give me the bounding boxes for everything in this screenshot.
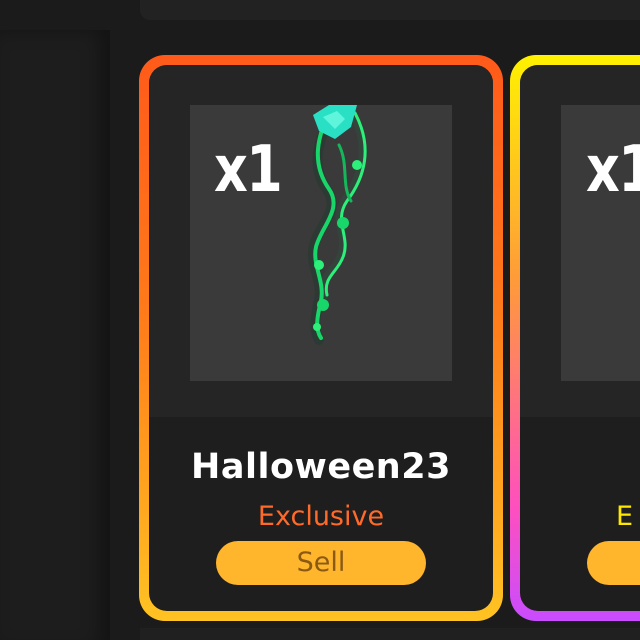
sell-button[interactable] <box>587 541 640 585</box>
item-rarity: Exclusive <box>257 501 385 532</box>
left-panel <box>0 30 110 640</box>
item-card-body: x1 Halloween23 Exclusive Sell <box>149 65 493 611</box>
item-name: Halloween23 <box>191 447 451 487</box>
item-quantity: x1 <box>586 133 640 207</box>
item-quantity: x1 <box>214 133 283 207</box>
sell-button[interactable]: Sell <box>216 541 426 585</box>
item-image-area: x1 <box>520 65 640 417</box>
item-card-body: x1 E <box>520 65 640 611</box>
top-panel <box>140 0 640 20</box>
item-card-halloween23[interactable]: x1 Halloween23 Exclusive Sell <box>139 55 503 621</box>
ghost-tendril-icon <box>307 105 367 345</box>
item-card-2[interactable]: x1 E <box>510 55 640 621</box>
item-image-area: x1 <box>149 65 493 417</box>
item-rarity: E <box>616 501 634 532</box>
inventory-screen: x1 Halloween23 Exclusive Sell x1 E <box>0 0 640 640</box>
bottom-panel <box>140 628 640 640</box>
